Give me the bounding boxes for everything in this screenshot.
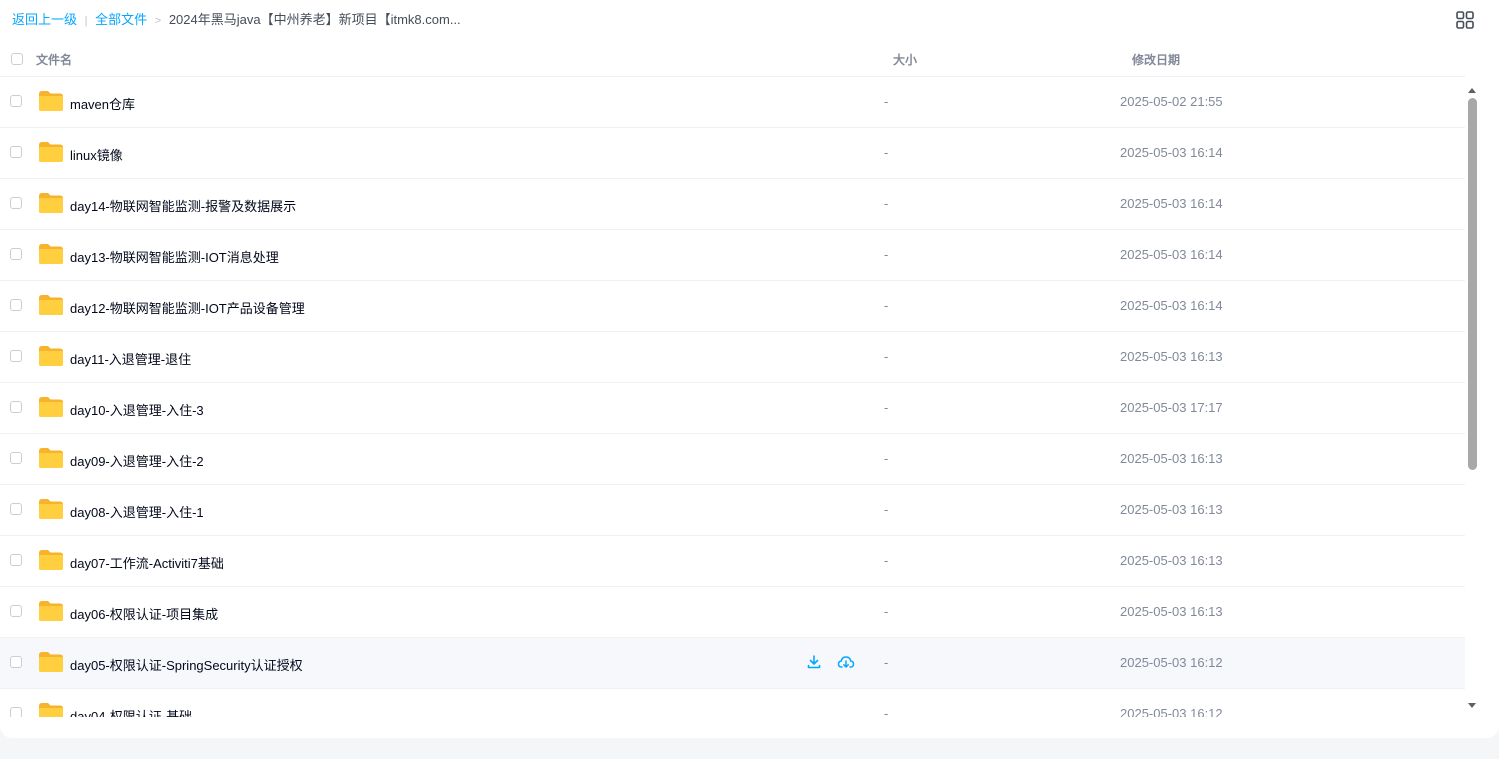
- folder-icon: [39, 550, 63, 570]
- file-modified-date: 2025-05-03 16:14: [1120, 247, 1223, 262]
- file-size: -: [884, 604, 889, 619]
- breadcrumb-divider: |: [84, 15, 88, 27]
- row-checkbox[interactable]: [10, 95, 22, 107]
- column-header-size[interactable]: 大小: [893, 51, 917, 68]
- file-row[interactable]: day04-权限认证-基础 - 2025-05-03 16:12: [0, 689, 1465, 717]
- folder-icon: [39, 193, 63, 213]
- file-list: maven仓库 - 2025-05-02 21:55 linux镜像 - 202…: [0, 77, 1465, 717]
- file-modified-date: 2025-05-02 21:55: [1120, 94, 1223, 109]
- folder-icon: [39, 448, 63, 468]
- row-checkbox[interactable]: [10, 401, 22, 413]
- file-modified-date: 2025-05-03 16:13: [1120, 349, 1223, 364]
- file-row[interactable]: day09-入退管理-入住-2 - 2025-05-03 16:13: [0, 434, 1465, 485]
- row-checkbox[interactable]: [10, 452, 22, 464]
- file-name[interactable]: maven仓库: [70, 94, 135, 113]
- download-icon[interactable]: [805, 653, 823, 671]
- scrollbar-thumb[interactable]: [1468, 98, 1477, 470]
- file-name[interactable]: day10-入退管理-入住-3: [70, 400, 204, 419]
- file-row[interactable]: day14-物联网智能监测-报警及数据展示 - 2025-05-03 16:14: [0, 179, 1465, 230]
- file-size: -: [884, 706, 889, 717]
- row-checkbox[interactable]: [10, 299, 22, 311]
- folder-icon: [39, 397, 63, 417]
- file-browser-panel: 返回上一级 | 全部文件 > 2024年黑马java【中州养老】新项目【itmk…: [0, 0, 1499, 738]
- file-name[interactable]: day04-权限认证-基础: [70, 706, 192, 717]
- file-row[interactable]: day08-入退管理-入住-1 - 2025-05-03 16:13: [0, 485, 1465, 536]
- file-size: -: [884, 400, 889, 415]
- file-name[interactable]: day07-工作流-Activiti7基础: [70, 553, 224, 572]
- column-header-name[interactable]: 文件名: [36, 51, 72, 68]
- file-name[interactable]: day11-入退管理-退住: [70, 349, 191, 368]
- scroll-up-arrow-icon[interactable]: [1466, 82, 1478, 93]
- row-checkbox[interactable]: [10, 197, 22, 209]
- folder-icon: [39, 652, 63, 672]
- file-size: -: [884, 349, 889, 364]
- file-size: -: [884, 502, 889, 517]
- file-size: -: [884, 298, 889, 313]
- breadcrumb-arrow: >: [154, 15, 162, 27]
- row-checkbox[interactable]: [10, 554, 22, 566]
- row-checkbox[interactable]: [10, 248, 22, 260]
- file-row[interactable]: linux镜像 - 2025-05-03 16:14: [0, 128, 1465, 179]
- file-name[interactable]: linux镜像: [70, 145, 123, 164]
- file-row[interactable]: day11-入退管理-退住 - 2025-05-03 16:13: [0, 332, 1465, 383]
- file-name[interactable]: day06-权限认证-项目集成: [70, 604, 218, 623]
- row-checkbox[interactable]: [10, 656, 22, 668]
- file-name[interactable]: day09-入退管理-入住-2: [70, 451, 204, 470]
- file-modified-date: 2025-05-03 16:13: [1120, 553, 1223, 568]
- current-folder-label: 2024年黑马java【中州养老】新项目【itmk8.com...: [168, 12, 461, 27]
- file-modified-date: 2025-05-03 17:17: [1120, 400, 1223, 415]
- folder-icon: [39, 91, 63, 111]
- row-checkbox[interactable]: [10, 146, 22, 158]
- row-checkbox[interactable]: [10, 503, 22, 515]
- file-row[interactable]: day10-入退管理-入住-3 - 2025-05-03 17:17: [0, 383, 1465, 434]
- back-link[interactable]: 返回上一级: [12, 12, 77, 27]
- file-size: -: [884, 451, 889, 466]
- file-name[interactable]: day12-物联网智能监测-IOT产品设备管理: [70, 298, 305, 317]
- file-modified-date: 2025-05-03 16:13: [1120, 451, 1223, 466]
- folder-icon: [39, 295, 63, 315]
- file-name[interactable]: day08-入退管理-入住-1: [70, 502, 204, 521]
- file-modified-date: 2025-05-03 16:12: [1120, 706, 1223, 717]
- folder-icon: [39, 244, 63, 264]
- folder-icon: [39, 703, 63, 717]
- row-checkbox[interactable]: [10, 707, 22, 717]
- folder-icon: [39, 499, 63, 519]
- folder-icon: [39, 346, 63, 366]
- file-size: -: [884, 94, 889, 109]
- file-name[interactable]: day14-物联网智能监测-报警及数据展示: [70, 196, 296, 215]
- file-modified-date: 2025-05-03 16:12: [1120, 655, 1223, 670]
- file-name[interactable]: day05-权限认证-SpringSecurity认证授权: [70, 655, 303, 674]
- row-checkbox[interactable]: [10, 605, 22, 617]
- file-row[interactable]: day07-工作流-Activiti7基础 - 2025-05-03 16:13: [0, 536, 1465, 587]
- select-all-checkbox[interactable]: [11, 53, 23, 65]
- file-row[interactable]: maven仓库 - 2025-05-02 21:55: [0, 77, 1465, 128]
- file-row[interactable]: day05-权限认证-SpringSecurity认证授权 - 2025-05-…: [0, 638, 1465, 689]
- cloud-download-icon[interactable]: [837, 653, 855, 671]
- file-size: -: [884, 247, 889, 262]
- file-modified-date: 2025-05-03 16:14: [1120, 298, 1223, 313]
- file-size: -: [884, 655, 889, 670]
- all-files-link[interactable]: 全部文件: [95, 12, 147, 27]
- file-size: -: [884, 145, 889, 160]
- file-name[interactable]: day13-物联网智能监测-IOT消息处理: [70, 247, 279, 266]
- file-size: -: [884, 196, 889, 211]
- column-header-date[interactable]: 修改日期: [1132, 51, 1180, 68]
- file-size: -: [884, 553, 889, 568]
- row-checkbox[interactable]: [10, 350, 22, 362]
- file-row[interactable]: day13-物联网智能监测-IOT消息处理 - 2025-05-03 16:14: [0, 230, 1465, 281]
- file-modified-date: 2025-05-03 16:14: [1120, 145, 1223, 160]
- file-list-header: 文件名 大小 修改日期: [0, 40, 1465, 77]
- breadcrumb: 返回上一级 | 全部文件 > 2024年黑马java【中州养老】新项目【itmk…: [12, 11, 461, 29]
- file-row[interactable]: day06-权限认证-项目集成 - 2025-05-03 16:13: [0, 587, 1465, 638]
- file-modified-date: 2025-05-03 16:13: [1120, 502, 1223, 517]
- folder-icon: [39, 142, 63, 162]
- grid-view-icon[interactable]: [1455, 10, 1475, 30]
- scroll-down-arrow-icon[interactable]: [1466, 698, 1478, 708]
- file-row[interactable]: day12-物联网智能监测-IOT产品设备管理 - 2025-05-03 16:…: [0, 281, 1465, 332]
- file-modified-date: 2025-05-03 16:14: [1120, 196, 1223, 211]
- folder-icon: [39, 601, 63, 621]
- file-modified-date: 2025-05-03 16:13: [1120, 604, 1223, 619]
